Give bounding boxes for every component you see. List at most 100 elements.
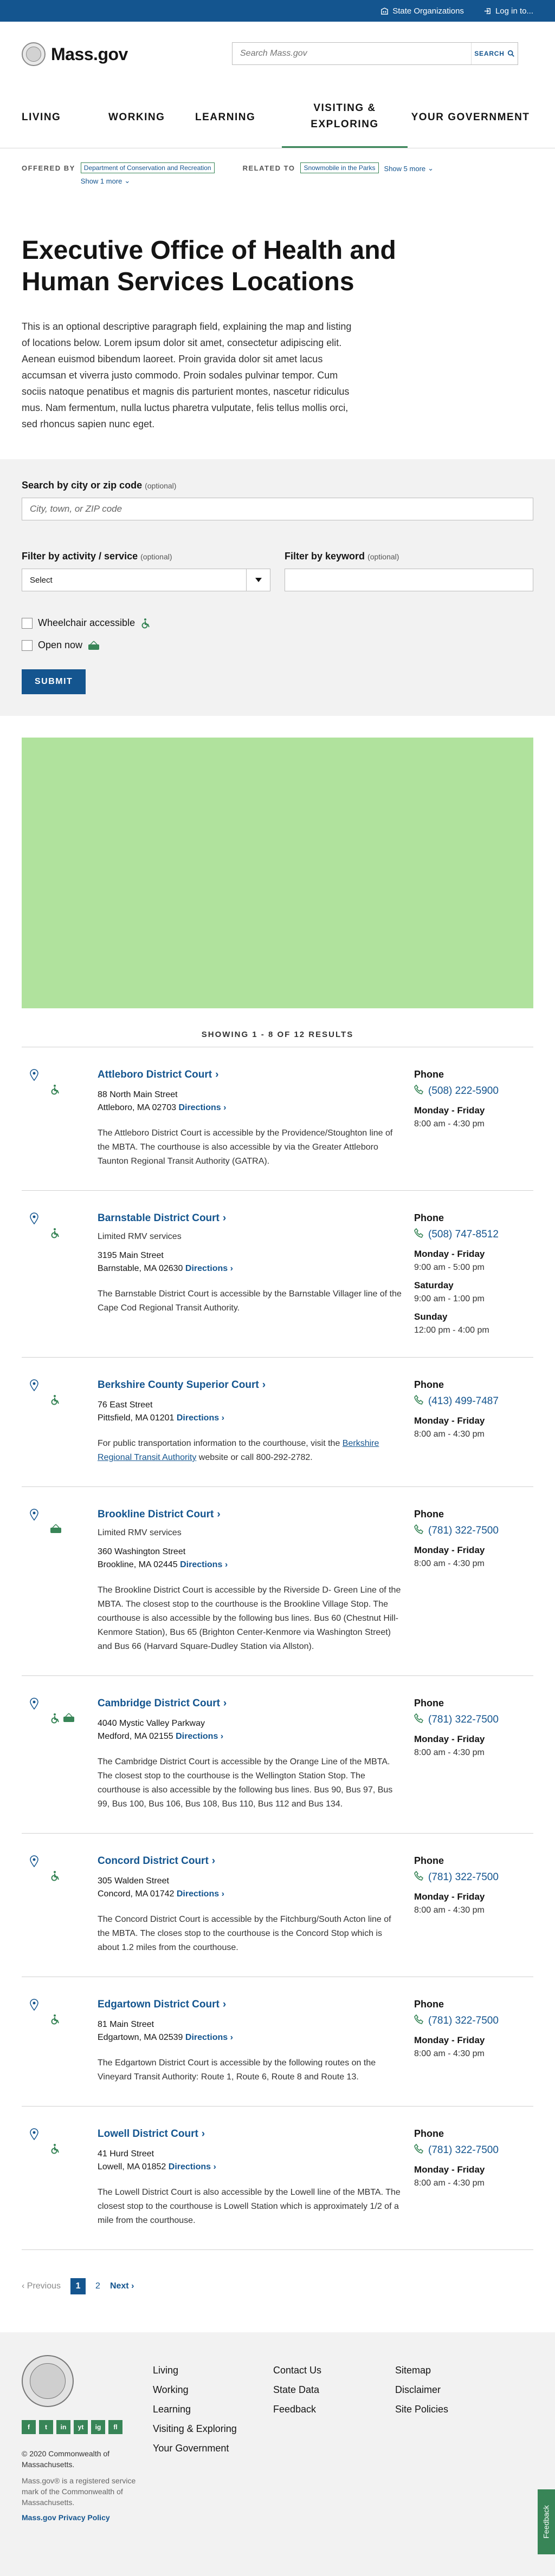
location-name-link[interactable]: Concord District Court › [98, 1855, 404, 1867]
site-search-button[interactable]: SEARCH [471, 43, 518, 64]
location-name-link[interactable]: Barnstable District Court › [98, 1212, 404, 1224]
location-icons [22, 1212, 98, 1335]
nav-working[interactable]: WORKING [108, 87, 195, 148]
phone-number-link[interactable]: (781) 322-7500 [414, 2143, 533, 2157]
page-2-button[interactable]: 2 [95, 2281, 100, 2291]
page-1-button[interactable]: 1 [70, 2278, 86, 2294]
footer-link-visiting[interactable]: Visiting & Exploring [153, 2423, 237, 2435]
facebook-icon[interactable]: f [22, 2420, 36, 2434]
directions-link[interactable]: Directions › [176, 1732, 223, 1741]
chevron-down-icon [246, 569, 270, 591]
location-name-link[interactable]: Attleboro District Court › [98, 1069, 404, 1081]
nav-living[interactable]: LIVING [22, 87, 108, 148]
directions-link[interactable]: Directions › [185, 1264, 233, 1273]
phone-number-link[interactable]: (781) 322-7500 [414, 1713, 533, 1726]
arrow-right-icon: › [222, 1212, 227, 1224]
previous-page-link[interactable]: ‹ Previous [22, 2281, 61, 2291]
location-name: Cambridge District Court [98, 1698, 220, 1709]
open-now-checkbox-row[interactable]: Open now [22, 640, 533, 651]
directions-link[interactable]: Directions › [185, 2033, 233, 2042]
locations-map[interactable] [22, 738, 533, 1008]
location-name-link[interactable]: Edgartown District Court › [98, 1999, 404, 2011]
location-name-link[interactable]: Brookline District Court › [98, 1509, 404, 1521]
footer-link-disclaimer[interactable]: Disclaimer [395, 2384, 441, 2396]
footer-link-sitemap[interactable]: Sitemap [395, 2365, 431, 2376]
arrow-right-icon: › [221, 1889, 224, 1899]
location-name-link[interactable]: Lowell District Court › [98, 2128, 404, 2140]
arrow-right-icon: › [223, 1103, 227, 1112]
location-search-input[interactable]: City, town, or ZIP code [22, 498, 533, 520]
state-organizations-link[interactable]: State Organizations [380, 6, 464, 16]
youtube-icon[interactable]: yt [74, 2420, 88, 2434]
state-organizations-label: State Organizations [392, 6, 464, 16]
footer-link-living[interactable]: Living [153, 2365, 178, 2376]
submit-button[interactable]: SUBMIT [22, 669, 86, 694]
phone-number-link[interactable]: (781) 322-7500 [414, 1524, 533, 1537]
login-link[interactable]: Log in to... [483, 6, 533, 16]
site-search-input[interactable] [233, 43, 471, 64]
location-name-link[interactable]: Berkshire County Superior Court › [98, 1379, 404, 1391]
location-card: Attleboro District Court › 88 North Main S… [22, 1047, 533, 1191]
wheelchair-checkbox-row[interactable]: Wheelchair accessible [22, 617, 533, 629]
open-now-checkbox[interactable] [22, 640, 33, 651]
location-name-link[interactable]: Cambridge District Court › [98, 1698, 404, 1710]
map-marker-icon [29, 1212, 39, 1225]
directions-link[interactable]: Directions › [180, 1560, 228, 1569]
footer-link-contact[interactable]: Contact Us [273, 2365, 321, 2376]
related-show-more[interactable]: Show 5 more ⌄ [384, 162, 434, 173]
privacy-policy-link[interactable]: Mass.gov Privacy Policy [22, 2513, 533, 2522]
footer-link-site-policies[interactable]: Site Policies [395, 2404, 448, 2415]
directions-link[interactable]: Directions › [169, 2162, 216, 2171]
location-description: The Concord District Court is accessible… [98, 1913, 404, 1955]
footer-link-learning[interactable]: Learning [153, 2404, 191, 2415]
wheelchair-checkbox[interactable] [22, 617, 33, 629]
phone-number-link[interactable]: (508) 222-5900 [414, 1084, 533, 1098]
footer-link-government[interactable]: Your Government [153, 2443, 229, 2454]
nav-your-government[interactable]: YOUR GOVERNMENT [408, 87, 533, 148]
linkedin-icon[interactable]: in [56, 2420, 70, 2434]
amenity-icons [50, 1228, 61, 1241]
footer-link-working[interactable]: Working [153, 2384, 189, 2396]
location-contact: Phone (781) 322-7500 Monday - Friday 8:00 a… [414, 1999, 533, 2084]
footer-link-feedback[interactable]: Feedback [273, 2404, 316, 2415]
offered-show-more[interactable]: Show 1 more ⌄ [81, 177, 131, 185]
phone-icon [414, 1870, 424, 1884]
phone-icon [414, 1713, 424, 1726]
phone-number-link[interactable]: (781) 322-7500 [414, 1870, 533, 1884]
phone-icon [414, 2143, 424, 2157]
page-meta: OFFERED BY Department of Conservation an… [0, 148, 555, 203]
feedback-tab[interactable]: Feedback [538, 2489, 555, 2554]
offered-by-tag[interactable]: Department of Conservation and Recreatio… [80, 162, 215, 173]
state-seal-icon [22, 2355, 74, 2407]
amenity-icons [50, 1870, 61, 1884]
footer-link-state-data[interactable]: State Data [273, 2384, 319, 2396]
phone-number-link[interactable]: (508) 747-8512 [414, 1228, 533, 1241]
directions-label: Directions [176, 1732, 218, 1741]
related-show-more-label: Show 5 more [384, 164, 426, 173]
phone-number: (781) 322-7500 [428, 2144, 499, 2156]
directions-label: Directions [176, 1413, 220, 1423]
directions-link[interactable]: Directions › [178, 1103, 226, 1112]
related-to-tag[interactable]: Snowmobile in the Parks [300, 162, 379, 173]
instagram-icon[interactable]: ig [91, 2420, 105, 2434]
flickr-icon[interactable]: fl [108, 2420, 122, 2434]
nav-learning[interactable]: LEARNING [195, 87, 282, 148]
location-icons [22, 1509, 98, 1654]
twitter-icon[interactable]: t [39, 2420, 53, 2434]
phone-number-link[interactable]: (781) 322-7500 [414, 2014, 533, 2027]
activity-select[interactable]: Select [22, 569, 270, 591]
trademark-notice: Mass.gov® is a registered service mark o… [22, 2476, 136, 2507]
offered-show-more-label: Show 1 more [80, 177, 122, 185]
nav-visiting-exploring[interactable]: VISITING & EXPLORING [282, 87, 408, 148]
keyword-input[interactable] [285, 569, 533, 591]
next-page-link[interactable]: Next › [110, 2281, 134, 2291]
phone-number-link[interactable]: (413) 499-7487 [414, 1394, 533, 1408]
directions-label: Directions [176, 1889, 220, 1899]
keyword-filter-label: Filter by keyword (optional) [285, 551, 533, 562]
address-line-2: Barnstable, MA 02630 [98, 1264, 183, 1273]
hours-day: Monday - Friday [414, 2035, 485, 2045]
site-logo[interactable]: Mass.gov [22, 42, 128, 66]
directions-link[interactable]: Directions › [177, 1889, 224, 1899]
directions-link[interactable]: Directions › [177, 1413, 224, 1423]
location-contact: Phone (781) 322-7500 Monday - Friday 8:00 a… [414, 2128, 533, 2228]
